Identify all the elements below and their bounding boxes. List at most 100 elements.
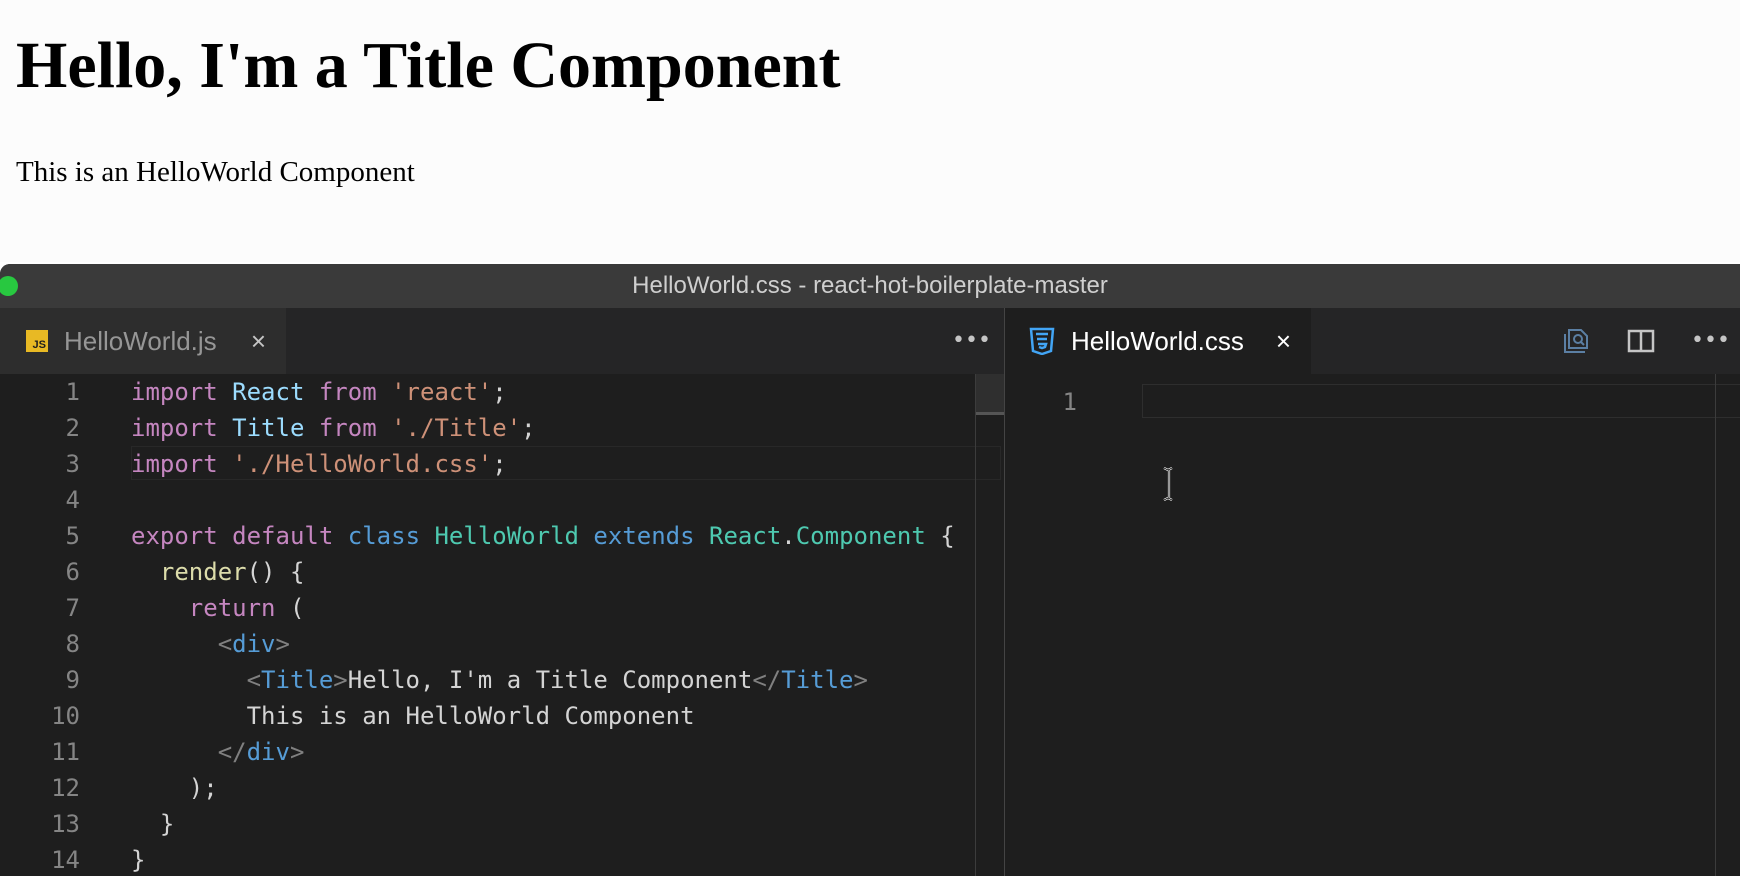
- editor-group-right: HelloWorld.css × ••• 1: [1005, 308, 1740, 876]
- line-number: 6: [65, 558, 80, 586]
- line-number: 10: [51, 702, 80, 730]
- line-number: 8: [65, 630, 80, 658]
- code-token: );: [131, 774, 218, 802]
- code-line[interactable]: 5 export default class HelloWorld extends…: [0, 518, 970, 554]
- split-editor-icon[interactable]: [1625, 326, 1657, 356]
- line-number: 1: [65, 378, 80, 406]
- more-actions-icon[interactable]: •••: [1691, 326, 1730, 356]
- tab-label: HelloWorld.js: [64, 325, 217, 356]
- code-text: import Title from './Title';: [131, 410, 536, 446]
- code-text: }: [131, 842, 145, 876]
- code-line[interactable]: 9 <Title>Hello, I'm a Title Component</T…: [0, 662, 970, 698]
- code-line[interactable]: 10 This is an HelloWorld Component: [0, 698, 970, 734]
- code-token: extends: [593, 522, 695, 550]
- code-line[interactable]: 7 return (: [0, 590, 970, 626]
- code-token: Hello, I'm a Title Component: [347, 666, 753, 694]
- js-file-icon: JS: [26, 330, 48, 352]
- open-preview-icon[interactable]: [1561, 326, 1593, 356]
- code-text: </div>: [131, 734, 305, 770]
- code-token: Title: [781, 666, 854, 694]
- code-text: return (: [131, 590, 305, 626]
- tab-bar-right: HelloWorld.css × •••: [1005, 308, 1740, 374]
- code-token: export: [131, 522, 218, 550]
- code-token: ;: [521, 414, 536, 442]
- code-text: render() {: [131, 554, 305, 590]
- vertical-scrollbar[interactable]: [975, 374, 1005, 876]
- code-token: .: [781, 522, 796, 550]
- more-actions-icon[interactable]: •••: [952, 326, 991, 356]
- code-text: }: [131, 806, 174, 842]
- code-line[interactable]: 2 import Title from './Title';: [0, 410, 970, 446]
- line-number: 11: [51, 738, 80, 766]
- vscode-window: HelloWorld.css - react-hot-boilerplate-m…: [0, 264, 1740, 876]
- code-text: export default class HelloWorld extends …: [131, 518, 955, 554]
- tab-bar-left: JS HelloWorld.js × •••: [0, 308, 1004, 374]
- code-line[interactable]: 14}: [0, 842, 970, 876]
- code-line[interactable]: 11 </div>: [0, 734, 970, 770]
- code-token: import: [131, 414, 218, 442]
- code-token: default: [232, 522, 334, 550]
- code-line[interactable]: 1 import React from 'react';: [0, 374, 970, 410]
- line-number: 9: [65, 666, 80, 694]
- code-token: () {: [246, 558, 305, 586]
- code-token: This is an HelloWorld Component: [131, 702, 695, 730]
- code-line[interactable]: 3 import './HelloWorld.css';: [0, 446, 970, 482]
- code-editor-right[interactable]: 1: [1005, 374, 1740, 876]
- page-paragraph: This is an HelloWorld Component: [16, 156, 415, 188]
- title-bar[interactable]: HelloWorld.css - react-hot-boilerplate-m…: [0, 264, 1740, 308]
- code-token: </: [217, 738, 247, 766]
- scrollbar-thumb[interactable]: [976, 374, 1004, 415]
- code-line[interactable]: 1: [1005, 384, 1705, 420]
- line-number: 12: [51, 774, 80, 802]
- code-token: from: [318, 378, 377, 406]
- editor-group-left: JS HelloWorld.js × ••• 1 import React fro…: [0, 308, 1004, 876]
- line-number: 1: [1062, 388, 1077, 416]
- code-token: }: [131, 846, 146, 874]
- code-token: Component: [795, 522, 926, 550]
- code-line[interactable]: 8 <div>: [0, 626, 970, 662]
- code-text: <Title>Hello, I'm a Title Component</Tit…: [131, 662, 868, 698]
- code-line[interactable]: 13 }: [0, 806, 970, 842]
- close-tab-button[interactable]: ×: [1276, 328, 1291, 354]
- code-token: from: [318, 414, 377, 442]
- tab-helloworld-css[interactable]: HelloWorld.css ×: [1005, 308, 1311, 374]
- css3-file-icon: [1029, 327, 1055, 355]
- code-token: HelloWorld: [434, 522, 579, 550]
- code-token: return: [188, 594, 276, 622]
- close-tab-button[interactable]: ×: [251, 328, 266, 354]
- code-token: }: [131, 810, 175, 838]
- code-token: React: [232, 378, 305, 406]
- code-editor-left[interactable]: 1 import React from 'react'; 2 import Title…: [0, 374, 1004, 876]
- code-token: import: [131, 450, 218, 478]
- code-token: </: [752, 666, 782, 694]
- code-text: import React from 'react';: [131, 374, 507, 410]
- code-text: <div>: [131, 626, 290, 662]
- code-token: ;: [492, 450, 507, 478]
- code-token: render: [159, 558, 247, 586]
- page-title: Hello, I'm a Title Component: [16, 29, 841, 102]
- code-token: div: [246, 738, 290, 766]
- code-line[interactable]: 4: [0, 482, 970, 518]
- code-text: );: [131, 770, 218, 806]
- line-number: 7: [65, 594, 80, 622]
- code-line[interactable]: 6 render() {: [0, 554, 970, 590]
- code-line[interactable]: 12 );: [0, 770, 970, 806]
- line-number: 2: [65, 414, 80, 442]
- code-token: >: [275, 630, 290, 658]
- code-token: Title: [261, 666, 334, 694]
- tab-helloworld-js[interactable]: JS HelloWorld.js ×: [0, 308, 286, 374]
- vertical-scrollbar[interactable]: [1715, 374, 1740, 876]
